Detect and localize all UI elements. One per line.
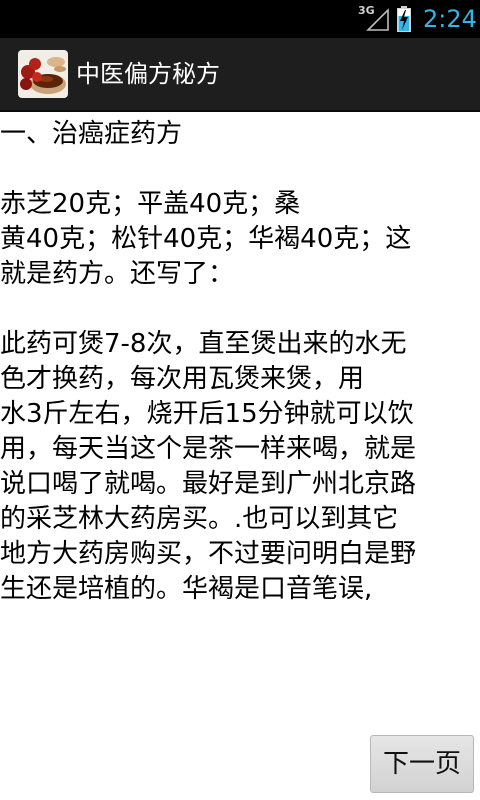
action-bar: 中医偏方秘方 xyxy=(0,38,480,112)
app-icon[interactable] xyxy=(18,50,68,98)
signal-icon xyxy=(366,8,389,31)
battery-charging-icon xyxy=(397,6,411,32)
section-heading: 一、治癌症药方 xyxy=(0,119,183,149)
article-content: 一、治癌症药方 赤芝20克；平盖40克；桑 黄40克；松针40克；华褐40克；这… xyxy=(0,112,480,607)
status-bar: 3G 2:24 xyxy=(0,0,480,38)
instructions-paragraph: 此药可煲7-8次，直至煲出来的水无 色才换药，每次用瓦煲来煲，用 水3斤左右，烧… xyxy=(0,329,417,604)
clock-time: 2:24 xyxy=(423,5,477,33)
app-title: 中医偏方秘方 xyxy=(76,60,220,88)
prescription-paragraph: 赤芝20克；平盖40克；桑 黄40克；松针40克；华褐40克；这 就是药方。还写… xyxy=(0,189,412,289)
next-page-button[interactable]: 下一页 xyxy=(370,735,474,793)
